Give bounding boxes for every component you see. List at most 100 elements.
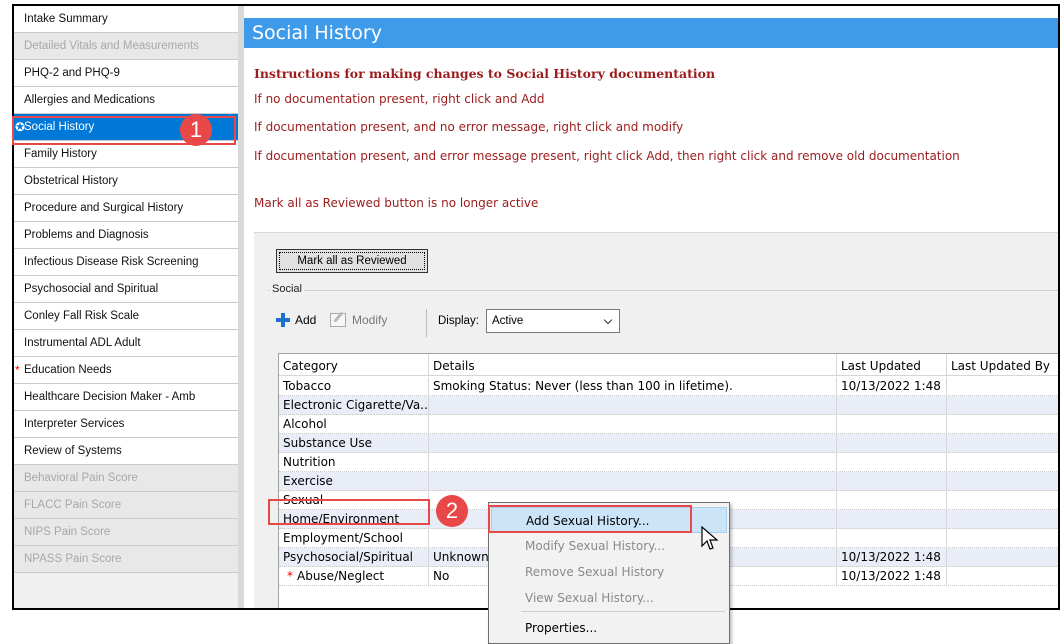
table-row[interactable]: Substance Use (279, 434, 1058, 453)
social-toolbar: Add Modify Display: Active (270, 303, 1058, 343)
group-divider (268, 290, 1058, 291)
cell-details (429, 472, 837, 491)
sidebar-item-family-history[interactable]: Family History (14, 141, 238, 168)
sidebar-item-label: NPASS Pain Score (24, 553, 122, 565)
modify-button[interactable]: Modify (330, 313, 387, 327)
sidebar-item-conley-fall-risk[interactable]: Conley Fall Risk Scale (14, 303, 238, 330)
sidebar-item-problems-diagnosis[interactable]: Problems and Diagnosis (14, 222, 238, 249)
cell-details (429, 396, 837, 415)
menu-separator (521, 611, 725, 612)
cell-last-updated-by (947, 453, 1058, 472)
cell-details-text: Smoking Status: Never (less than 100 in … (433, 379, 733, 393)
column-header-last-updated-by[interactable]: Last Updated By (947, 354, 1058, 376)
cell-details: Smoking Status: Never (less than 100 in … (429, 377, 837, 396)
table-row[interactable]: Alcohol (279, 415, 1058, 434)
sidebar-item-infectious-disease[interactable]: Infectious Disease Risk Screening (14, 249, 238, 276)
cell-last-updated-text: 10/13/2022 1:48 ... (841, 379, 947, 393)
sidebar-item-label: Behavioral Pain Score (24, 472, 138, 484)
sidebar-item-label: Psychosocial and Spiritual (24, 283, 159, 295)
add-button[interactable]: Add (276, 313, 316, 327)
table-row[interactable]: Nutrition (279, 453, 1058, 472)
sidebar-item-behavioral-pain: Behavioral Pain Score (14, 465, 238, 492)
cell-last-updated-by (947, 472, 1058, 491)
cell-details (429, 415, 837, 434)
table-row[interactable]: Tobacco Smoking Status: Never (less than … (279, 377, 1058, 396)
sidebar-item-detailed-vitals: Detailed Vitals and Measurements (14, 33, 238, 60)
menu-item-properties[interactable]: Properties... (491, 615, 727, 641)
cell-category: Employment/School (279, 529, 429, 548)
mouse-pointer-icon (701, 526, 719, 550)
cell-category: Exercise (279, 472, 429, 491)
sidebar-item-instrumental-adl[interactable]: Instrumental ADL Adult (14, 330, 238, 357)
cell-details-text: No (433, 569, 450, 583)
sidebar-item-label: Review of Systems (24, 445, 122, 457)
sidebar-item-label: NIPS Pain Score (24, 526, 111, 538)
cell-last-updated (837, 434, 947, 453)
display-select[interactable]: Active (486, 309, 620, 333)
cell-last-updated (837, 453, 947, 472)
cell-details-text: Unknown (433, 550, 489, 564)
cell-category-text: Alcohol (283, 417, 327, 431)
cell-category: Alcohol (279, 415, 429, 434)
cell-last-updated (837, 472, 947, 491)
sidebar-item-intake-summary[interactable]: Intake Summary (14, 6, 238, 33)
sidebar-item-psychosocial-spiritual[interactable]: Psychosocial and Spiritual (14, 276, 238, 303)
add-button-label: Add (295, 313, 317, 327)
sidebar-item-label: FLACC Pain Score (24, 499, 122, 511)
sidebar-item-label: Family History (24, 148, 97, 160)
instruction-line: If documentation present, and no error m… (254, 120, 684, 134)
sidebar-item-label: Instrumental ADL Adult (24, 337, 141, 349)
table-row[interactable]: Exercise (279, 472, 1058, 491)
column-header-last-updated[interactable]: Last Updated (837, 354, 947, 376)
sidebar-item-nips-pain: NIPS Pain Score (14, 519, 238, 546)
cell-category-text: Electronic Cigarette/Va... (283, 398, 429, 412)
sidebar-item-label: Procedure and Surgical History (24, 202, 184, 214)
sidebar-nav: Intake Summary Detailed Vitals and Measu… (14, 6, 240, 608)
sidebar-item-healthcare-decision-maker[interactable]: Healthcare Decision Maker - Amb (14, 384, 238, 411)
sidebar-item-flacc-pain: FLACC Pain Score (14, 492, 238, 519)
edit-icon (330, 313, 346, 327)
cell-category: Nutrition (279, 453, 429, 472)
cell-category: Substance Use (279, 434, 429, 453)
sidebar-item-obstetrical-history[interactable]: Obstetrical History (14, 168, 238, 195)
sidebar-item-interpreter-services[interactable]: Interpreter Services (14, 411, 238, 438)
instruction-note: Mark all as Reviewed button is no longer… (254, 196, 539, 210)
cell-last-updated-text: 10/13/2022 1:48 ... (841, 550, 947, 564)
cell-last-updated (837, 396, 947, 415)
cell-last-updated-by (947, 415, 1058, 434)
sidebar-item-procedure-surgical-history[interactable]: Procedure and Surgical History (14, 195, 238, 222)
toolbar-separator (426, 309, 427, 337)
plus-icon (276, 313, 290, 327)
sidebar-item-review-of-systems[interactable]: Review of Systems (14, 438, 238, 465)
column-header-category[interactable]: Category (279, 354, 429, 376)
cell-last-updated-by (947, 567, 1058, 586)
cell-category-text: Tobacco (283, 379, 332, 393)
cell-last-updated (837, 510, 947, 529)
sidebar-item-education-needs[interactable]: * Education Needs (14, 357, 238, 384)
sidebar-item-label: Problems and Diagnosis (24, 229, 149, 241)
cell-category-text: Employment/School (283, 531, 403, 545)
instruction-line: If documentation present, and error mess… (254, 149, 960, 163)
cell-last-updated (837, 415, 947, 434)
sidebar-item-phq[interactable]: PHQ-2 and PHQ-9 (14, 60, 238, 87)
sidebar-item-allergies-medications[interactable]: Allergies and Medications (14, 87, 238, 114)
asterisk-icon: * (287, 569, 293, 583)
sidebar-item-label: Healthcare Decision Maker - Amb (24, 391, 196, 403)
cell-last-updated-by (947, 434, 1058, 453)
sidebar-item-label: Interpreter Services (24, 418, 125, 430)
column-header-details[interactable]: Details (429, 354, 837, 376)
cell-last-updated-text: 10/13/2022 1:48 ... (841, 569, 947, 583)
asterisk-icon: * (15, 363, 20, 377)
page-title: Social History (244, 18, 1058, 48)
grid-header: Category Details Last Updated Last Updat… (279, 354, 1058, 376)
sidebar-item-label: Infectious Disease Risk Screening (24, 256, 199, 268)
sidebar-item-label: Education Needs (24, 364, 112, 376)
cell-category-text: Nutrition (283, 455, 336, 469)
cell-category-text: Exercise (283, 474, 333, 488)
callout-highlight-sexual-row (268, 499, 430, 525)
mark-all-reviewed-button[interactable]: Mark all as Reviewed (276, 249, 428, 273)
sidebar-item-label: Conley Fall Risk Scale (24, 310, 140, 322)
cell-category-text: Substance Use (283, 436, 372, 450)
cell-last-updated-by (947, 491, 1058, 510)
table-row[interactable]: Electronic Cigarette/Va... (279, 396, 1058, 415)
